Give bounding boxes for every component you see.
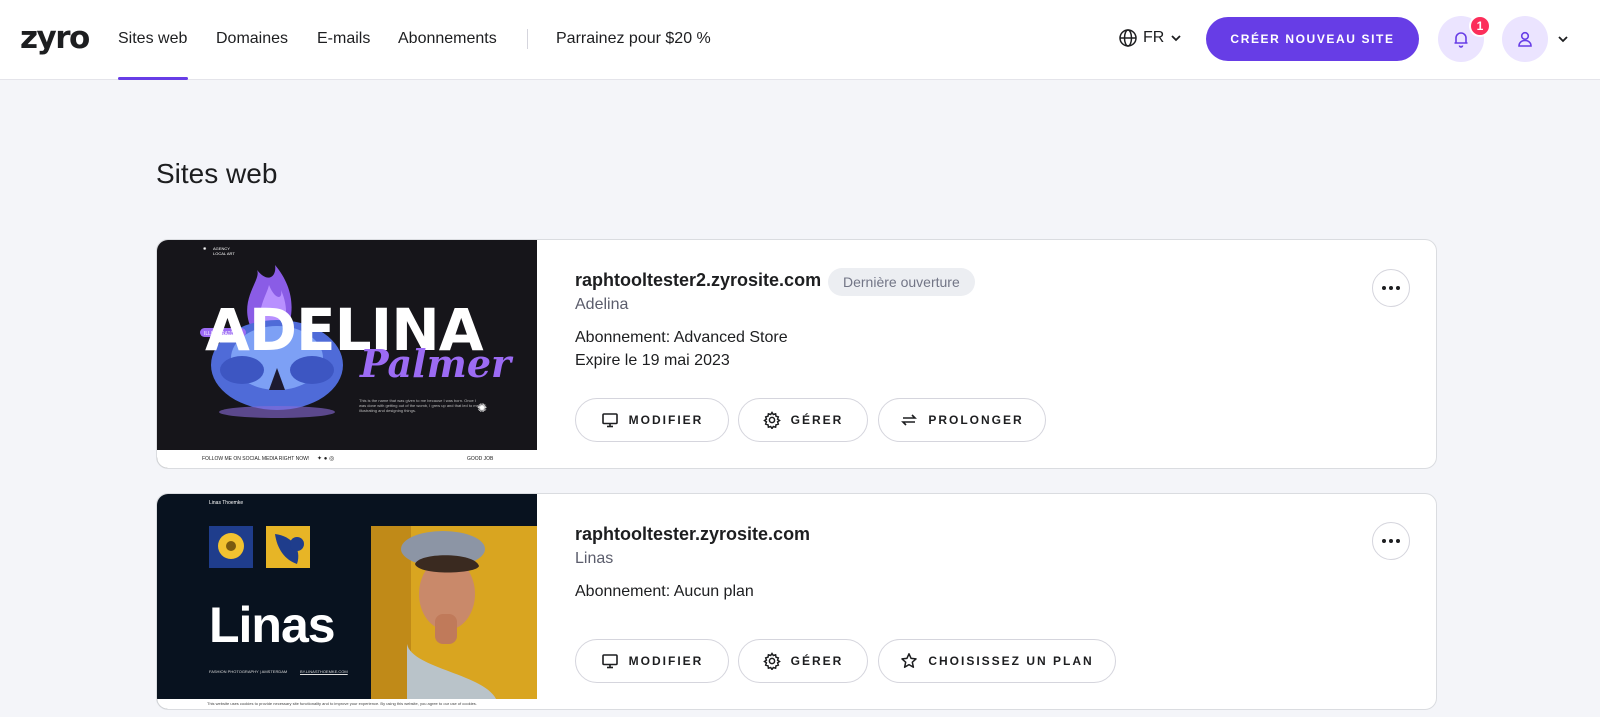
preview-footer-right: GOOD JOB: [467, 456, 494, 462]
nav-divider: [527, 29, 528, 49]
preview-social-icons: ✦ ● ◎: [317, 456, 335, 462]
manage-site-label: GÉRER: [790, 413, 844, 427]
preview-cookie-banner: This website uses cookies to provide nec…: [157, 699, 537, 709]
site-name: Adelina: [575, 296, 629, 313]
svg-text:✺: ✺: [203, 246, 207, 251]
choose-plan-label: CHOISISSEZ UN PLAN: [928, 654, 1094, 668]
preview-logo-text: AGENCY LOCAL ART: [213, 246, 235, 256]
preview-subtitle: Palmer: [360, 341, 512, 386]
globe-icon: [1119, 29, 1137, 47]
user-icon: [1518, 31, 1532, 47]
edit-site-label: MODIFIER: [628, 413, 704, 427]
site-domain[interactable]: raphtooltester2.zyrosite.com: [575, 268, 821, 292]
site-domain[interactable]: raphtooltester.zyrosite.com: [575, 522, 810, 546]
nav-abonnements[interactable]: Abonnements: [398, 28, 497, 50]
edit-site-label: MODIFIER: [628, 654, 704, 668]
more-options-button[interactable]: [1372, 269, 1410, 307]
star-icon: [901, 653, 918, 668]
nav-emails[interactable]: E-mails: [317, 28, 370, 50]
preview-footer-right: BY.LINASTHOEMKE.COM: [300, 669, 348, 674]
preview-title: Linas: [209, 597, 336, 653]
manage-site-button[interactable]: GÉRER: [738, 639, 868, 683]
choose-plan-button[interactable]: CHOISISSEZ UN PLAN: [878, 639, 1116, 683]
language-selector[interactable]: FR: [1118, 28, 1183, 48]
preview-footer: FOLLOW ME ON SOCIAL MEDIA RIGHT NOW! ✦ ●…: [157, 448, 537, 468]
site-card: ✺ ILLUSTRATOR ✺ ADELINA Palmer AGENCY LO…: [156, 239, 1437, 469]
create-new-site-button[interactable]: CRÉER NOUVEAU SITE: [1206, 17, 1419, 61]
edit-site-button[interactable]: MODIFIER: [575, 639, 729, 683]
more-dots-icon: [1382, 286, 1400, 290]
nav-sites-web[interactable]: Sites web: [118, 28, 187, 50]
preview-footer-left: FOLLOW ME ON SOCIAL MEDIA RIGHT NOW!: [202, 456, 310, 462]
zyro-logo[interactable]: zyro: [20, 20, 90, 56]
manage-site-button[interactable]: GÉRER: [738, 398, 868, 442]
site-card: Linas Thoemke Linas FASHION PHOTOGRAPHY …: [156, 493, 1437, 710]
renew-button[interactable]: PROLONGER: [878, 398, 1046, 442]
site-preview-thumbnail[interactable]: Linas Thoemke Linas FASHION PHOTOGRAPHY …: [157, 494, 537, 709]
nav-active-indicator: [118, 77, 188, 80]
renew-icon: [901, 414, 918, 426]
preview-body-text: This is the name that was given to me be…: [359, 398, 479, 413]
gear-icon: [762, 652, 781, 670]
chevron-down-icon: [1171, 35, 1181, 42]
account-menu-button[interactable]: [1502, 16, 1548, 62]
language-label: FR: [1143, 29, 1165, 46]
manage-site-label: GÉRER: [790, 654, 844, 668]
account-chevron-down-icon[interactable]: [1556, 32, 1570, 46]
notification-count-badge: 1: [1469, 15, 1491, 37]
renew-label: PROLONGER: [928, 413, 1024, 427]
last-opened-badge: Dernière ouverture: [828, 268, 975, 296]
page-title: Sites web: [156, 158, 278, 189]
gear-icon: [762, 411, 781, 429]
monitor-icon: [601, 654, 618, 669]
more-options-button[interactable]: [1372, 522, 1410, 560]
site-preview-thumbnail[interactable]: ✺ ILLUSTRATOR ✺ ADELINA Palmer AGENCY LO…: [157, 240, 537, 468]
preview-footer-left: FASHION PHOTOGRAPHY | AMSTERDAM: [209, 669, 288, 674]
site-name: Linas: [575, 550, 614, 567]
edit-site-button[interactable]: MODIFIER: [575, 398, 729, 442]
more-dots-icon: [1382, 539, 1400, 543]
bell-icon: [1454, 32, 1468, 48]
top-navigation-bar: zyro Sites web Domaines E-mails Abonneme…: [0, 0, 1600, 80]
subscription-label: Abonnement: Aucun plan: [575, 583, 754, 600]
monitor-icon: [601, 413, 618, 428]
nav-referral[interactable]: Parrainez pour $20 %: [556, 28, 711, 50]
nav-domaines[interactable]: Domaines: [216, 28, 288, 50]
expiry-label: Expire le 19 mai 2023: [575, 352, 730, 369]
subscription-label: Abonnement: Advanced Store: [575, 329, 788, 346]
preview-site-owner: Linas Thoemke: [209, 500, 244, 506]
